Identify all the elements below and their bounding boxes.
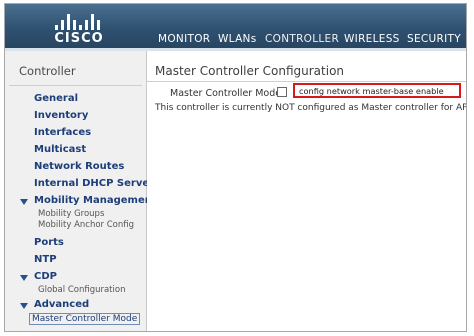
cisco-wordmark: CISCO — [54, 31, 104, 46]
page-title: Master Controller Configuration — [155, 64, 345, 78]
sidebar-item-inventory[interactable]: Inventory — [34, 110, 88, 121]
sidebar-subitem-mobility-anchor[interactable]: Mobility Anchor Config — [38, 220, 134, 230]
nav-controller[interactable]: CONTROLLER — [265, 33, 339, 45]
sidebar-item-interfaces[interactable]: Interfaces — [34, 127, 91, 138]
sidebar: Controller General Inventory Interfaces … — [5, 51, 157, 331]
nav-security[interactable]: SECURITY — [407, 33, 461, 45]
cisco-bars-icon — [55, 14, 103, 30]
title-divider — [147, 81, 466, 82]
nav-wlans[interactable]: WLANs — [218, 33, 256, 45]
expand-triangle-icon[interactable] — [20, 303, 28, 309]
sidebar-subitem-mobility-groups[interactable]: Mobility Groups — [38, 209, 104, 219]
master-mode-label: Master Controller Mode — [170, 88, 282, 99]
sidebar-item-ntp[interactable]: NTP — [34, 254, 57, 265]
status-note: This controller is currently NOT configu… — [155, 103, 467, 113]
sidebar-item-dhcp-server[interactable]: Internal DHCP Server — [34, 178, 154, 189]
top-header: CISCO MONITOR WLANs CONTROLLER WIRELESS … — [5, 4, 466, 51]
sidebar-title: Controller — [19, 64, 76, 78]
expand-triangle-icon[interactable] — [20, 275, 28, 281]
sidebar-item-cdp[interactable]: CDP — [34, 271, 57, 282]
nav-monitor[interactable]: MONITOR — [158, 33, 210, 45]
app-window: CISCO MONITOR WLANs CONTROLLER WIRELESS … — [4, 3, 467, 332]
sidebar-item-advanced[interactable]: Advanced — [34, 299, 89, 310]
sidebar-item-network-routes[interactable]: Network Routes — [34, 161, 124, 172]
nav-wireless[interactable]: WIRELESS — [344, 33, 400, 45]
sidebar-item-general[interactable]: General — [34, 93, 78, 104]
main-content: Master Controller Configuration Master C… — [147, 51, 466, 331]
expand-triangle-icon[interactable] — [20, 199, 28, 205]
sidebar-item-mobility-management[interactable]: Mobility Management — [34, 195, 157, 206]
sidebar-divider — [9, 85, 142, 86]
cli-command-callout: config network master-base enable — [293, 83, 461, 98]
master-mode-checkbox[interactable] — [277, 87, 287, 97]
cisco-logo: CISCO — [49, 12, 109, 46]
sidebar-subitem-global-config[interactable]: Global Configuration — [38, 285, 125, 295]
cli-command-text: config network master-base enable — [299, 86, 444, 96]
sidebar-item-ports[interactable]: Ports — [34, 237, 64, 248]
sidebar-item-multicast[interactable]: Multicast — [34, 144, 86, 155]
sidebar-subitem-master-controller-mode[interactable]: Master Controller Mode — [29, 313, 141, 325]
